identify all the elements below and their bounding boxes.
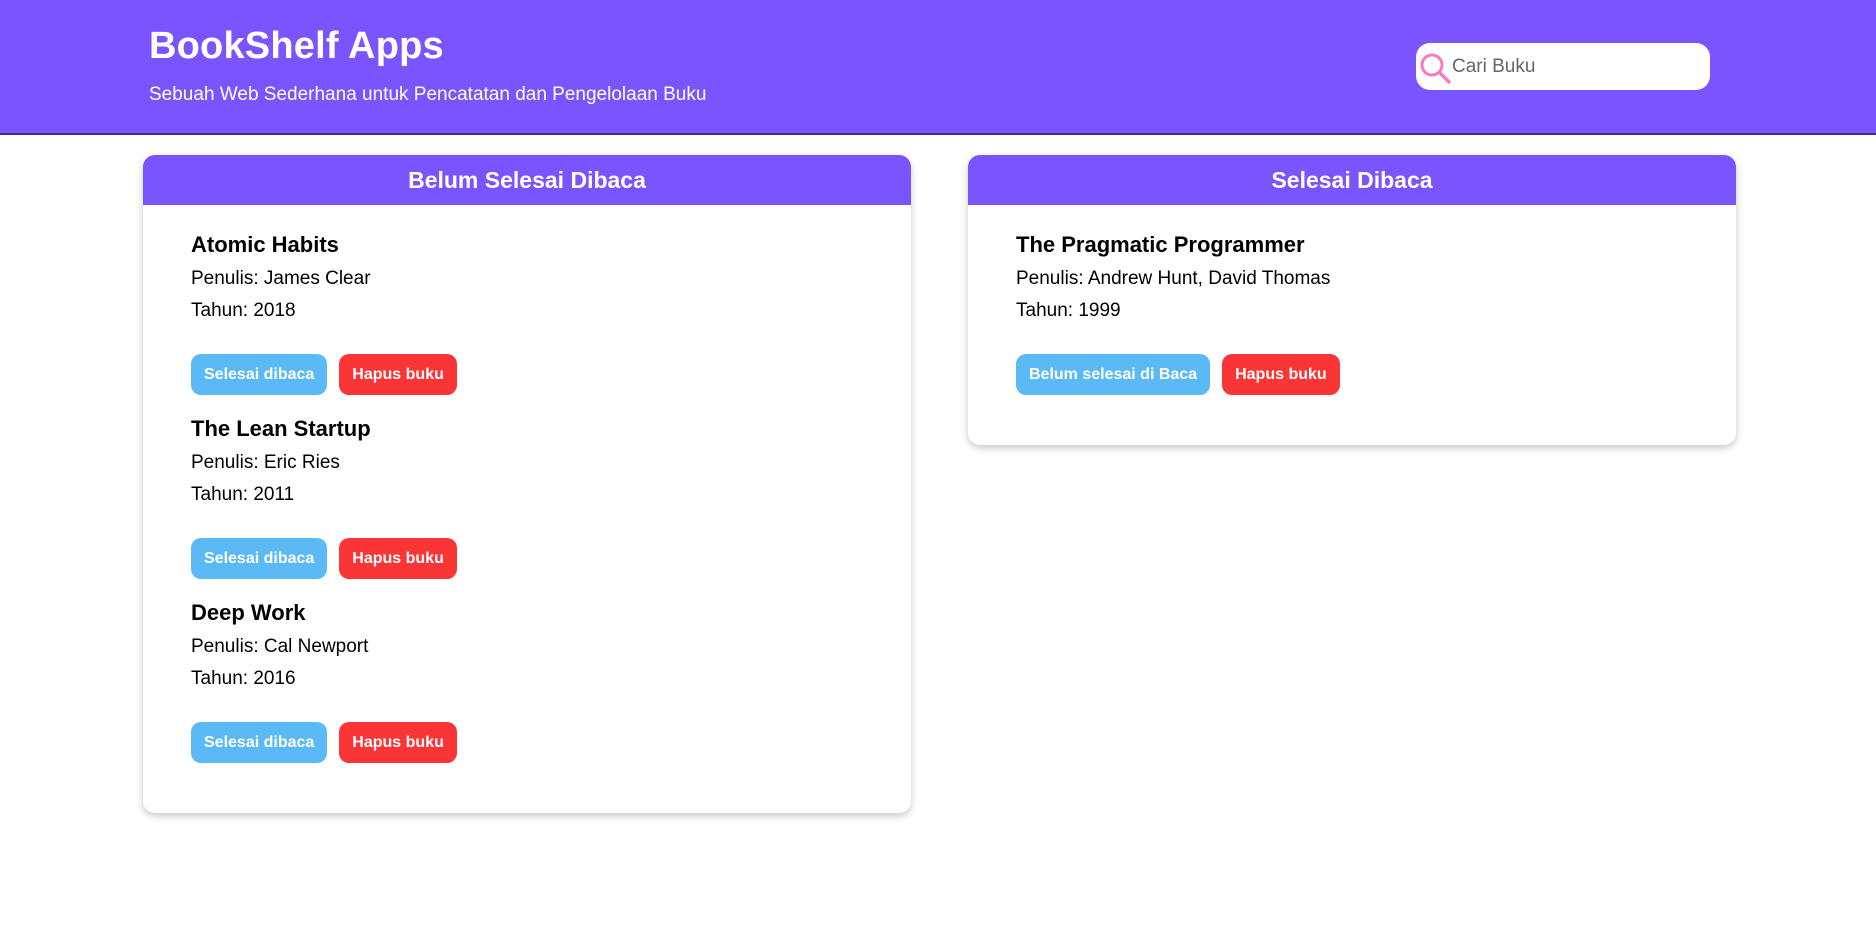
book-item: The Lean Startup Penulis: Eric Ries Tahu… (191, 389, 863, 579)
book-author: Penulis: Andrew Hunt, David Thomas (1016, 268, 1331, 289)
book-year: Tahun: 2016 (191, 668, 296, 689)
book-actions: Belum selesai di Baca Hapus buku (1016, 354, 1340, 395)
book-author: Penulis: James Clear (191, 268, 371, 289)
delete-book-button[interactable]: Hapus buku (1222, 354, 1340, 395)
search-input[interactable] (1452, 43, 1702, 90)
book-author: Penulis: Cal Newport (191, 636, 369, 657)
mark-unfinished-button[interactable]: Belum selesai di Baca (1016, 354, 1211, 395)
book-item: Atomic Habits Penulis: James Clear Tahun… (191, 205, 863, 395)
search-box[interactable] (1416, 43, 1710, 90)
app-subtitle: Sebuah Web Sederhana untuk Pencatatan da… (149, 84, 707, 105)
finished-shelf: Selesai Dibaca The Pragmatic Programmer … (968, 155, 1736, 445)
finished-book-list: The Pragmatic Programmer Penulis: Andrew… (968, 205, 1736, 395)
book-year: Tahun: 2011 (191, 484, 295, 505)
book-title: Deep Work (191, 600, 306, 625)
book-year: Tahun: 1999 (1016, 300, 1121, 321)
book-author: Penulis: Eric Ries (191, 452, 340, 473)
book-actions: Selesai dibaca Hapus buku (191, 722, 457, 763)
unfinished-book-list: Atomic Habits Penulis: James Clear Tahun… (143, 205, 911, 763)
book-title: The Lean Startup (191, 416, 371, 441)
book-item: Deep Work Penulis: Cal Newport Tahun: 20… (191, 573, 863, 763)
unfinished-shelf: Belum Selesai Dibaca Atomic Habits Penul… (143, 155, 911, 813)
book-year: Tahun: 2018 (191, 300, 296, 321)
book-item: The Pragmatic Programmer Penulis: Andrew… (1016, 205, 1688, 395)
app-header: BookShelf Apps Sebuah Web Sederhana untu… (0, 0, 1876, 135)
book-title: Atomic Habits (191, 232, 339, 257)
unfinished-shelf-title: Belum Selesai Dibaca (143, 155, 911, 205)
search-icon[interactable] (1419, 51, 1453, 85)
delete-book-button[interactable]: Hapus buku (339, 722, 457, 763)
app-title: BookShelf Apps (149, 25, 444, 67)
mark-finished-button[interactable]: Selesai dibaca (191, 722, 328, 763)
book-title: The Pragmatic Programmer (1016, 232, 1305, 257)
finished-shelf-title: Selesai Dibaca (968, 155, 1736, 205)
